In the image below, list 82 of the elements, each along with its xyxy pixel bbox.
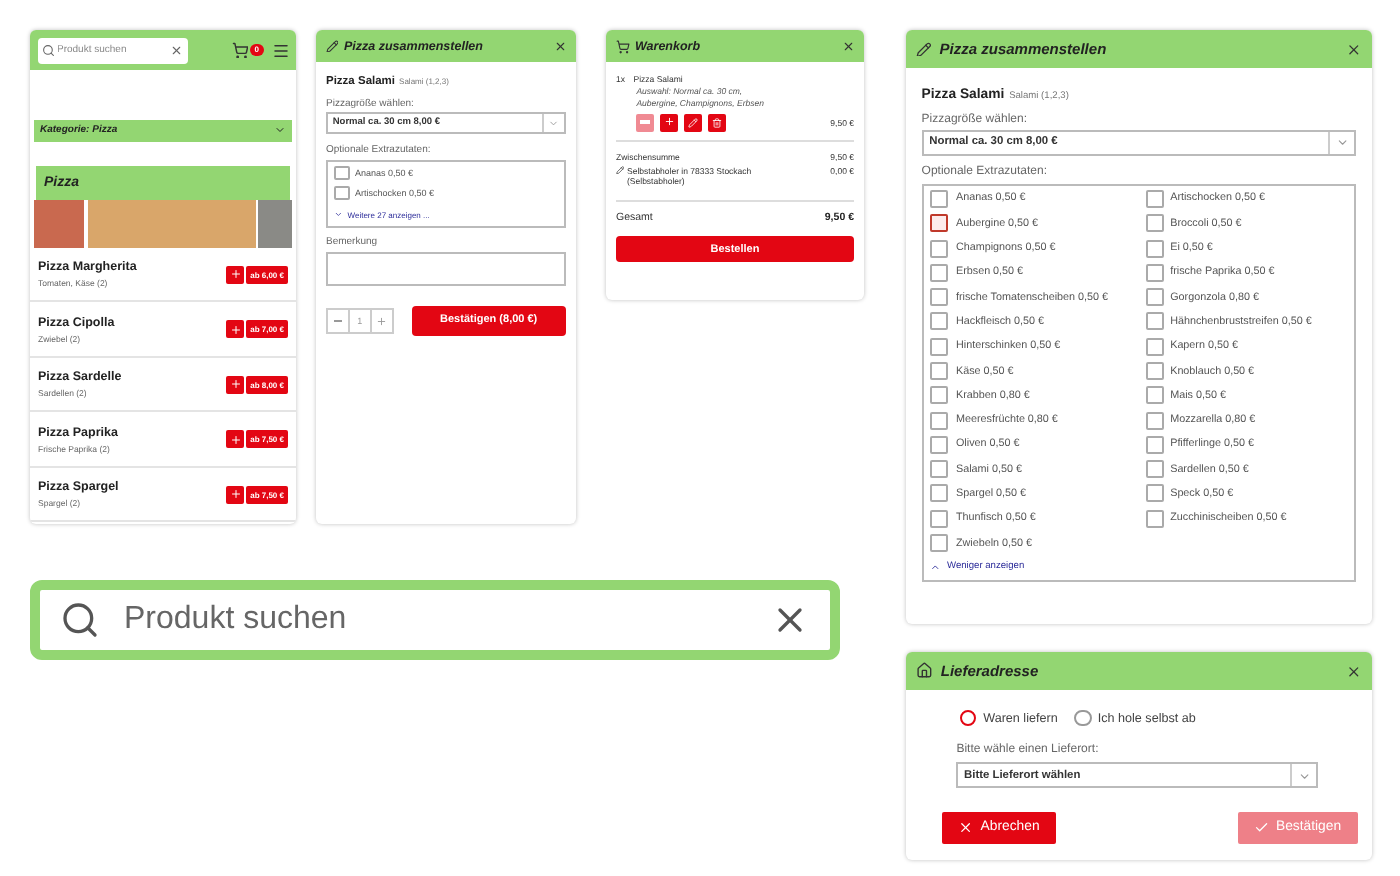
radio-button[interactable] bbox=[1074, 709, 1092, 727]
add-button[interactable] bbox=[226, 375, 245, 394]
decrease-button[interactable] bbox=[636, 113, 654, 132]
check-icon bbox=[1253, 820, 1270, 836]
checkbox[interactable] bbox=[930, 214, 949, 233]
caret-icon bbox=[274, 124, 286, 137]
clear-icon[interactable] bbox=[170, 43, 183, 57]
pencil-icon bbox=[688, 117, 698, 128]
search-input[interactable]: Produkt suchen bbox=[120, 600, 750, 640]
add-button[interactable] bbox=[226, 265, 245, 284]
checkbox[interactable] bbox=[930, 288, 949, 307]
checkbox[interactable] bbox=[930, 189, 949, 208]
pencil-icon bbox=[616, 165, 625, 174]
pencil-icon bbox=[916, 41, 933, 57]
checkbox[interactable] bbox=[930, 337, 949, 356]
checkbox[interactable] bbox=[1145, 239, 1163, 258]
delete-button[interactable] bbox=[708, 113, 726, 132]
checkbox[interactable] bbox=[1145, 435, 1163, 454]
checkbox[interactable] bbox=[1145, 337, 1163, 356]
checkbox[interactable] bbox=[1145, 484, 1163, 503]
checkbox[interactable] bbox=[334, 165, 349, 180]
add-button[interactable] bbox=[226, 485, 245, 504]
plus-icon bbox=[375, 315, 387, 327]
caret-icon bbox=[1335, 136, 1349, 150]
checkbox[interactable] bbox=[1145, 362, 1163, 380]
remark-field[interactable] bbox=[326, 251, 566, 286]
checkbox[interactable] bbox=[930, 263, 949, 282]
checkbox[interactable] bbox=[1145, 509, 1163, 528]
close-button[interactable] bbox=[842, 39, 855, 53]
minus-icon bbox=[333, 319, 343, 323]
add-button[interactable] bbox=[226, 430, 245, 449]
cart-icon bbox=[615, 39, 629, 53]
trash-icon bbox=[712, 117, 722, 128]
checkbox[interactable] bbox=[1145, 189, 1163, 208]
close-button[interactable] bbox=[554, 39, 567, 53]
close-button[interactable] bbox=[1345, 41, 1362, 57]
plus-icon bbox=[229, 268, 242, 281]
checkbox[interactable] bbox=[930, 239, 949, 258]
search-field[interactable]: Produkt suchen bbox=[30, 580, 840, 660]
plus-icon bbox=[229, 488, 242, 501]
checkbox[interactable] bbox=[930, 386, 949, 405]
caret-icon bbox=[1297, 769, 1311, 783]
checkbox[interactable] bbox=[930, 411, 949, 430]
house-icon bbox=[916, 662, 934, 680]
checkbox[interactable] bbox=[1145, 288, 1163, 307]
checkbox[interactable] bbox=[1145, 263, 1163, 282]
caret-icon bbox=[548, 118, 560, 129]
close-icon bbox=[1345, 41, 1362, 57]
close-button[interactable] bbox=[1345, 663, 1362, 679]
close-icon bbox=[842, 39, 855, 53]
checkbox[interactable] bbox=[1145, 312, 1163, 331]
minus-icon bbox=[640, 120, 650, 124]
radio-button[interactable] bbox=[959, 709, 977, 727]
plus-icon bbox=[663, 116, 675, 128]
checkbox[interactable] bbox=[930, 460, 949, 479]
pencil-icon bbox=[325, 39, 338, 53]
increase-button[interactable] bbox=[660, 113, 678, 132]
search-icon bbox=[41, 43, 54, 57]
checkbox[interactable] bbox=[930, 484, 949, 503]
close-icon bbox=[1345, 663, 1362, 679]
checkbox[interactable] bbox=[930, 312, 949, 331]
close-icon bbox=[554, 39, 567, 53]
search-icon bbox=[60, 600, 100, 640]
plus-icon bbox=[229, 433, 242, 446]
close-icon bbox=[958, 820, 974, 836]
checkbox[interactable] bbox=[1145, 460, 1163, 479]
checkbox[interactable] bbox=[334, 185, 349, 201]
checkbox[interactable] bbox=[1145, 214, 1163, 233]
checkbox[interactable] bbox=[930, 509, 949, 528]
caret-icon bbox=[930, 562, 942, 574]
checkbox[interactable] bbox=[1145, 411, 1163, 430]
menu-icon[interactable] bbox=[271, 41, 289, 59]
add-button[interactable] bbox=[226, 320, 245, 339]
plus-icon bbox=[229, 323, 242, 336]
plus-icon bbox=[229, 378, 242, 391]
cart-icon[interactable] bbox=[231, 41, 249, 59]
checkbox[interactable] bbox=[930, 534, 949, 553]
edit-button[interactable] bbox=[684, 113, 702, 132]
checkbox[interactable] bbox=[1145, 386, 1163, 405]
caret-icon bbox=[334, 209, 343, 219]
checkbox[interactable] bbox=[930, 362, 949, 380]
checkbox[interactable] bbox=[930, 435, 949, 454]
